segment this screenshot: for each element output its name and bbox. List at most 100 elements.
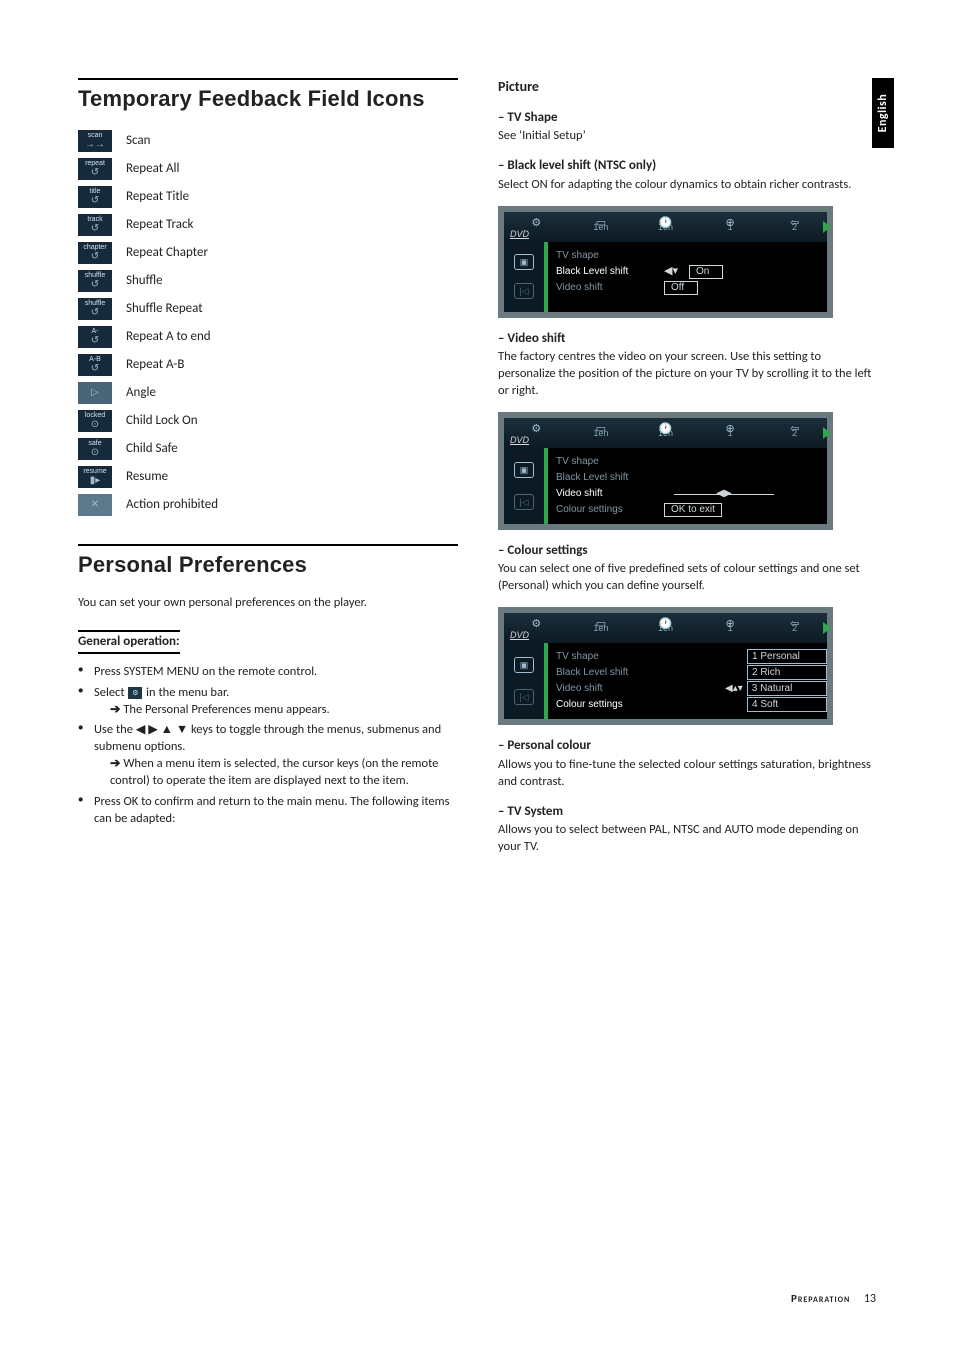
page-footer: Preparation 13 (791, 1291, 876, 1307)
step-use-arrow-keys: Use the ◀ ▶ ▲ ▼ keys to toggle through t… (78, 722, 458, 790)
osd-list-item: 4 Soft (747, 697, 827, 712)
feedback-icon-label: Repeat A to end (126, 328, 211, 346)
osd-ctrl-icon: ◀▾ (664, 264, 678, 279)
osd-menu-row: Colour settings OK to exit (556, 502, 819, 518)
sub-tv-shape: TV Shape (498, 109, 878, 127)
osd-menu-label: Colour settings (556, 698, 656, 712)
tv-system-body: Allows you to select between PAL, NTSC a… (498, 822, 878, 856)
osd-top-icon: ⚙ (504, 617, 569, 632)
osd-top-icon: ⇦ (762, 216, 827, 231)
feedback-icon-label: Repeat Track (126, 216, 193, 234)
sub-personal-colour: Personal colour (498, 737, 878, 755)
osd-value: On (689, 265, 723, 279)
right-column: Picture TV Shape See ‘Initial Setup’ Bla… (498, 78, 878, 856)
feedback-icon-thumb: safe⊙ (78, 438, 112, 460)
osd-menu-label: Video shift (556, 682, 656, 696)
heading-personal-prefs: Personal Preferences (78, 544, 458, 580)
feedback-icon-thumb: track↺ (78, 214, 112, 236)
feedback-icon-row: repeat↺Repeat All (78, 158, 458, 180)
osd-side-icon: ▣ (514, 254, 534, 270)
osd-top-icon: ▭ (569, 617, 634, 632)
osd-menu-row: Black Level shift (556, 665, 709, 681)
feedback-icon-thumb: shuffle↺ (78, 298, 112, 320)
feedback-icon-thumb: A-↺ (78, 326, 112, 348)
osd-menu-label: Black Level shift (556, 265, 656, 279)
step-select-icon: Select ⚙ in the menu bar. The Personal P… (78, 685, 458, 719)
general-operation-steps: Press SYSTEM MENU on the remote control.… (78, 664, 458, 828)
sub-tv-system: TV System (498, 803, 878, 821)
feedback-icon-thumb: shuffle↺ (78, 270, 112, 292)
feedback-icon-row: locked⊙Child Lock On (78, 410, 458, 432)
feedback-icon-row: A-B↺ Repeat A-B (78, 354, 458, 376)
feedback-icon-row: A-↺ Repeat A to end (78, 326, 458, 348)
osd-menu-row: TV shape (556, 454, 819, 470)
feedback-icon-label: Shuffle (126, 272, 163, 290)
step-arrow-keys-note: When a menu item is selected, the cursor… (94, 756, 458, 790)
osd-top-icon: ⚙ (504, 216, 569, 231)
general-operation-heading: General operation: (78, 630, 180, 654)
feedback-icon-row: ▷ Angle (78, 382, 458, 404)
colour-settings-body: You can select one of five predefined se… (498, 561, 878, 595)
feedback-icon-thumb: locked⊙ (78, 410, 112, 432)
feedback-icon-label: Repeat Chapter (126, 244, 208, 262)
video-shift-body: The factory centres the video on your sc… (498, 349, 878, 400)
osd-menu-label: TV shape (556, 455, 656, 469)
step-press-ok: Press OK to confirm and return to the ma… (78, 794, 458, 828)
feedback-icon-row: resume▮▸Resume (78, 466, 458, 488)
osd-list-item: 2 Rich (747, 665, 827, 680)
osd-menu-row: Black Level shift ◀▾ On (556, 264, 819, 280)
osd-slider: ◀▶ (664, 487, 784, 501)
feedback-icon-row: scan→→Scan (78, 130, 458, 152)
osd-ctrl-icon: ◀▴▾ (725, 682, 743, 696)
step-press-system-menu: Press SYSTEM MENU on the remote control. (78, 664, 458, 681)
osd-menu-label: Video shift (556, 281, 656, 295)
osd-top-icon: ▭ (569, 422, 634, 437)
osd-menu-row: TV shape (556, 649, 709, 665)
osd-top-icon: ⊕ (698, 617, 763, 632)
osd-menu-label: TV shape (556, 650, 656, 664)
feedback-icon-thumb: ✕ (78, 494, 112, 516)
osd-top-icon: ⊕ (698, 422, 763, 437)
osd-menu-label: Black Level shift (556, 666, 656, 680)
osd-top-icon: 🕐 (633, 617, 698, 632)
osd-list-item: 1 Personal (747, 649, 827, 664)
osd-video-shift: DVD ⚙▭🕐⊕⇦ 1en 1en 1 2 ▣ |◁ TV shapeBlack… (498, 412, 833, 530)
osd-colour-settings: DVD ⚙▭🕐⊕⇦ 1en 1en 1 2 ▣ |◁ TV shapeBlack… (498, 607, 833, 725)
osd-menu-label: Black Level shift (556, 471, 656, 485)
personal-prefs-intro: You can set your own personal preference… (78, 595, 458, 612)
osd-menu-label: TV shape (556, 249, 656, 263)
feedback-icon-row: safe⊙Child Safe (78, 438, 458, 460)
feedback-icon-thumb: ▷ (78, 382, 112, 404)
osd-menu-label: Colour settings (556, 503, 656, 517)
feedback-icon-row: chapter↺ Repeat Chapter (78, 242, 458, 264)
feedback-icon-label: Repeat A-B (126, 356, 184, 374)
feedback-icon-thumb: repeat↺ (78, 158, 112, 180)
heading-feedback-icons: Temporary Feedback Field Icons (78, 78, 458, 114)
feedback-icon-thumb: scan→→ (78, 130, 112, 152)
osd-ok-exit: OK to exit (664, 503, 722, 517)
footer-page-number: 13 (864, 1292, 876, 1306)
sub-colour-settings: Colour settings (498, 542, 878, 560)
language-tab-label: English (875, 94, 891, 133)
osd-top-icon: ⇦ (762, 617, 827, 632)
feedback-icon-row: ✕Action prohibited (78, 494, 458, 516)
feedback-icon-thumb: A-B↺ (78, 354, 112, 376)
feedback-icon-row: shuffle↺ Shuffle (78, 270, 458, 292)
footer-section: Preparation (791, 1292, 850, 1305)
osd-menu-row: Black Level shift (556, 470, 819, 486)
feedback-icon-label: Angle (126, 384, 156, 402)
feedback-icon-list: scan→→Scanrepeat↺Repeat Alltitle↺Repeat … (78, 130, 458, 516)
feedback-icon-thumb: chapter↺ (78, 242, 112, 264)
prefs-menu-icon: ⚙ (128, 687, 142, 699)
feedback-icon-label: Resume (126, 468, 168, 486)
osd-menu-row: Colour settings (556, 697, 709, 713)
personal-colour-body: Allows you to fine-tune the selected col… (498, 757, 878, 791)
osd-menu-row: Video shift (556, 681, 709, 697)
osd-menu-row: Video shift◀▶ (556, 486, 819, 502)
feedback-icon-row: track↺ Repeat Track (78, 214, 458, 236)
step-select-icon-result: The Personal Preferences menu appears. (94, 702, 458, 719)
osd-top-icon: ⚙ (504, 422, 569, 437)
feedback-icon-label: Repeat Title (126, 188, 189, 206)
heading-picture: Picture (498, 78, 878, 97)
osd-list-item: 3 Natural (747, 681, 827, 696)
